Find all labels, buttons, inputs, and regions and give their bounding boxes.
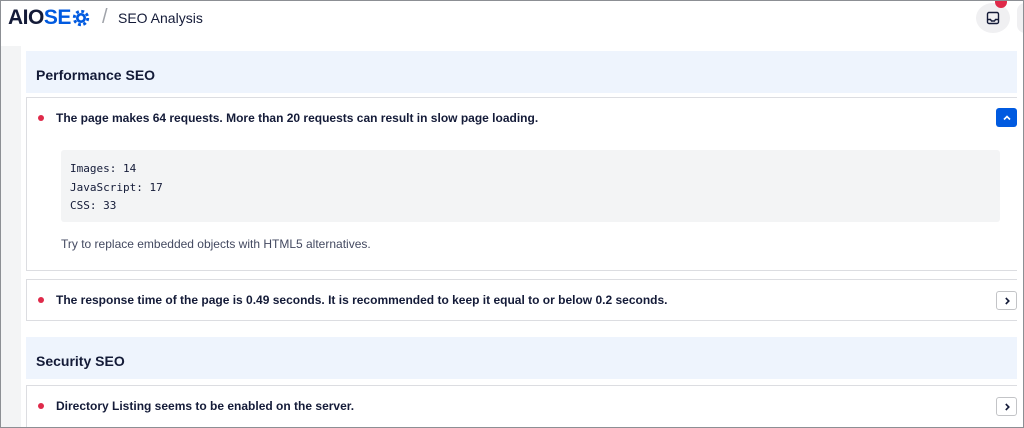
analysis-content: Performance SEO The page makes 64 reques… [21, 46, 1023, 427]
logo-seo-text: SE [43, 6, 72, 29]
collapse-toggle-button[interactable] [996, 108, 1017, 127]
top-bar: AIO SE / SEO Analysis [1, 1, 1023, 46]
issue-row[interactable]: Directory Listing seems to be enabled on… [27, 386, 1022, 426]
issue-text: Directory Listing seems to be enabled on… [56, 399, 355, 413]
error-bullet-icon [38, 115, 44, 121]
notifications-button[interactable] [976, 3, 1010, 33]
aioseo-logo[interactable]: AIO SE [8, 6, 90, 30]
issue-card-response-time: The response time of the page is 0.49 se… [26, 279, 1023, 321]
detail-line: Images: 14 [70, 162, 137, 175]
page-title: SEO Analysis [118, 10, 203, 26]
right-scroll-area[interactable] [1017, 46, 1023, 427]
app-frame: AIO SE / SEO Analysis Performance SEO Th… [0, 0, 1024, 428]
issue-card-requests: The page makes 64 requests. More than 20… [26, 97, 1023, 271]
logo-aio-text: AIO [8, 6, 44, 29]
detail-line: CSS: 33 [70, 199, 117, 212]
section-title: Security SEO [36, 353, 125, 369]
chevron-right-icon [1004, 402, 1010, 411]
gear-icon [72, 9, 90, 27]
inbox-icon [986, 11, 1000, 25]
issue-row[interactable]: The page makes 64 requests. More than 20… [27, 98, 1022, 138]
expand-toggle-button[interactable] [996, 397, 1017, 416]
error-bullet-icon [38, 403, 44, 409]
issue-hint: Try to replace embedded objects with HTM… [61, 237, 371, 251]
detail-line: JavaScript: 17 [70, 180, 163, 194]
error-bullet-icon [38, 297, 44, 303]
issue-text: The page makes 64 requests. More than 20… [56, 111, 539, 125]
request-breakdown: Images: 14 JavaScript: 17 CSS: 33 [61, 150, 1000, 222]
secondary-header-button[interactable] [1017, 3, 1023, 33]
issue-text: The response time of the page is 0.49 se… [56, 293, 668, 307]
expand-toggle-button[interactable] [996, 291, 1017, 310]
issue-card-directory-listing: Directory Listing seems to be enabled on… [26, 385, 1023, 427]
section-header-performance: Performance SEO [26, 51, 1023, 93]
section-title: Performance SEO [36, 67, 156, 83]
section-header-security: Security SEO [26, 337, 1023, 379]
chevron-up-icon [1002, 114, 1011, 120]
breadcrumb-separator: / [102, 6, 108, 28]
issue-row[interactable]: The response time of the page is 0.49 se… [27, 280, 1022, 320]
chevron-right-icon [1004, 296, 1010, 305]
